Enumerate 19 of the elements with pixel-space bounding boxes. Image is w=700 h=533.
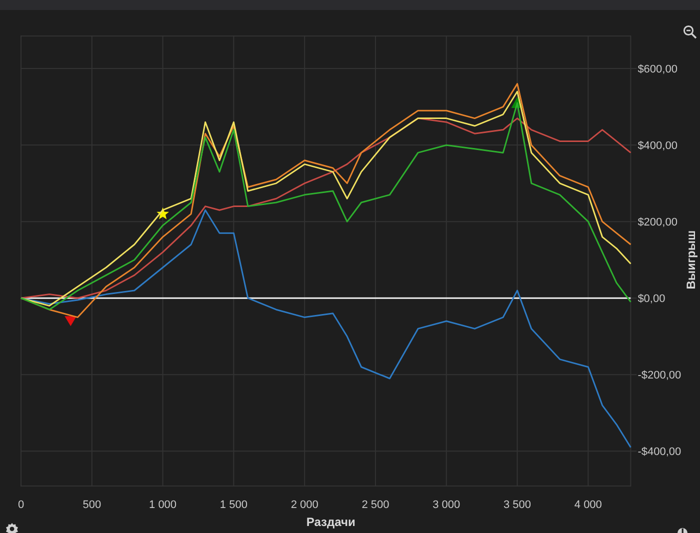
y-axis-title: Выигрыш xyxy=(684,230,698,290)
y-tick-label: $600,00 xyxy=(638,64,678,76)
x-tick-label: 1 500 xyxy=(220,499,248,511)
x-tick-label: 500 xyxy=(82,499,102,511)
y-tick-label: -$200,00 xyxy=(638,370,682,382)
x-tick-label: 2 000 xyxy=(290,499,318,511)
y-tick-label: $0,00 xyxy=(638,293,666,306)
x-tick-label: 4 000 xyxy=(574,499,602,511)
y-tick-label: $400,00 xyxy=(638,140,678,152)
x-tick-label: 1 000 xyxy=(149,499,177,511)
x-tick-label: 3 000 xyxy=(432,499,460,511)
x-tick-label: 0 xyxy=(18,499,24,511)
x-axis-title: Раздачи xyxy=(306,515,356,529)
x-tick-label: 3 500 xyxy=(504,499,532,511)
settings-icon[interactable] xyxy=(5,523,19,533)
zoom-out-icon[interactable] xyxy=(683,25,697,39)
y-tick-label: -$400,00 xyxy=(638,446,682,458)
x-tick-label: 2 500 xyxy=(362,499,390,511)
y-tick-label: $200,00 xyxy=(638,216,678,229)
